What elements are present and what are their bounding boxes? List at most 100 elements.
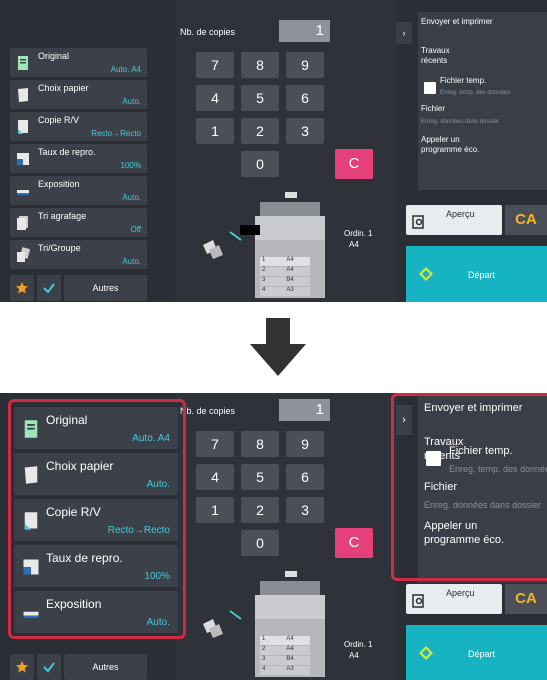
menu-item-sort[interactable]: Tri/Groupe Auto.: [10, 240, 147, 269]
others-button[interactable]: Autres: [64, 654, 147, 680]
key-0[interactable]: 0: [241, 151, 279, 177]
start-label: Départ: [468, 270, 496, 280]
tray-row: 4 A3: [260, 666, 310, 675]
key-5[interactable]: 5: [241, 464, 279, 490]
bottom-bar: Autres: [10, 654, 147, 680]
menu-item-original[interactable]: Original Auto. A4: [10, 48, 147, 77]
key-7[interactable]: 7: [196, 431, 234, 457]
staple-icon: [17, 216, 28, 230]
menu-highlight-frame: [8, 399, 186, 639]
menu-item-exposure[interactable]: Exposition Auto.: [10, 176, 147, 205]
copies-field[interactable]: 1: [279, 20, 330, 42]
favorite-button[interactable]: [10, 654, 34, 680]
start-icon: [419, 267, 433, 281]
start-icon: [419, 646, 433, 660]
check-button[interactable]: [37, 654, 61, 680]
tray-name: Ordin. 1: [344, 640, 373, 649]
key-8[interactable]: 8: [241, 52, 279, 78]
copies-label: Nb. de copies: [180, 406, 236, 416]
preview-icon: [412, 215, 424, 229]
ratio-icon: [17, 153, 29, 165]
menu-label: Original: [38, 51, 70, 61]
menu-label: Copie R/V: [38, 115, 80, 125]
menu-value: Off: [130, 225, 141, 234]
original-icon: [18, 56, 28, 70]
key-6[interactable]: 6: [286, 85, 324, 111]
clear-key[interactable]: C: [335, 528, 373, 558]
preview-button[interactable]: Aperçu: [406, 205, 502, 235]
file-item[interactable]: Fichier: [421, 104, 445, 113]
menu-label: Choix papier: [38, 83, 89, 93]
menu-value: Auto.: [122, 193, 141, 202]
key-1[interactable]: 1: [196, 497, 234, 523]
check-icon: [43, 662, 55, 673]
menu-label: Tri/Groupe: [38, 243, 81, 253]
eco-line1[interactable]: Appeler un: [421, 135, 460, 144]
menu-label: Taux de repro.: [38, 147, 96, 157]
key-0[interactable]: 0: [241, 530, 279, 556]
copies-label: Nb. de copies: [180, 27, 236, 37]
tray-size: A4: [349, 240, 359, 249]
tray-row: 3 B4: [260, 277, 310, 286]
tray-name: Ordin. 1: [344, 229, 373, 238]
key-8[interactable]: 8: [241, 431, 279, 457]
tray-row: 2 A4: [260, 646, 310, 655]
menu-item-ratio[interactable]: Taux de repro. 100%: [10, 144, 147, 173]
preview-label: Aperçu: [446, 209, 475, 219]
menu-label: Tri agrafage: [38, 211, 87, 221]
menu-item-paper[interactable]: Choix papier Auto.: [10, 80, 147, 109]
panel-highlight-frame: [391, 393, 547, 581]
check-button[interactable]: [37, 275, 61, 301]
menu-value: 100%: [120, 161, 141, 170]
menu-item-staple[interactable]: Tri agrafage Off: [10, 208, 147, 237]
clear-key[interactable]: C: [335, 149, 373, 179]
others-button[interactable]: Autres: [64, 275, 147, 301]
paper-icon: [18, 88, 28, 102]
tray-row: 1 A4: [260, 636, 310, 645]
start-button[interactable]: Départ: [406, 625, 547, 680]
file-sub: Enreg. données dans dossier: [421, 119, 500, 125]
panel-toggle-arrow[interactable]: ›: [396, 22, 412, 44]
key-3[interactable]: 3: [286, 118, 324, 144]
send-print-item[interactable]: Envoyer et imprimer: [421, 17, 493, 26]
tray-size: A4: [349, 651, 359, 660]
sort-icon: [17, 247, 30, 262]
menu-label: Exposition: [38, 179, 80, 189]
exposure-icon: [17, 190, 29, 195]
key-7[interactable]: 7: [196, 52, 234, 78]
key-4[interactable]: 4: [196, 85, 234, 111]
menu-value: Auto. A4: [110, 65, 141, 74]
tray-stack: 1 A4 2 A4 3 B4 4 A3: [260, 257, 310, 296]
eco-line2[interactable]: programme éco.: [421, 145, 479, 154]
ca-button[interactable]: CA: [505, 205, 547, 235]
key-2[interactable]: 2: [241, 118, 279, 144]
temp-file-checkbox[interactable]: [424, 82, 436, 94]
key-6[interactable]: 6: [286, 464, 324, 490]
tray-row: 4 A3: [260, 287, 310, 296]
preview-button[interactable]: Aperçu: [406, 584, 502, 614]
check-icon: [43, 283, 55, 294]
recent-jobs-line1[interactable]: Travaux: [421, 46, 450, 55]
key-1[interactable]: 1: [196, 118, 234, 144]
temp-file-item[interactable]: Fichier temp.: [440, 76, 486, 85]
key-9[interactable]: 9: [286, 52, 324, 78]
menu-value: Auto.: [122, 97, 141, 106]
menu-value: Auto.: [122, 257, 141, 266]
ca-button[interactable]: CA: [505, 584, 547, 614]
key-4[interactable]: 4: [196, 464, 234, 490]
key-5[interactable]: 5: [241, 85, 279, 111]
recent-jobs-line2[interactable]: récents: [421, 56, 447, 65]
right-panel: Envoyer et imprimer Travaux récents Fich…: [418, 12, 547, 190]
tray-stack: 1 A4 2 A4 3 B4 4 A3: [260, 636, 310, 675]
key-2[interactable]: 2: [241, 497, 279, 523]
copies-field[interactable]: 1: [279, 399, 330, 421]
start-label: Départ: [468, 649, 496, 659]
favorite-button[interactable]: [10, 275, 34, 301]
start-button[interactable]: Départ: [406, 246, 547, 302]
screen-before: Nb. de copies 1 7 8 9 4 5 6 1 2 3 0 C Or…: [0, 0, 547, 302]
key-3[interactable]: 3: [286, 497, 324, 523]
star-icon: [16, 282, 28, 294]
key-9[interactable]: 9: [286, 431, 324, 457]
bottom-bar: Autres: [10, 275, 147, 301]
menu-item-duplex[interactable]: Copie R/V Recto→Recto: [10, 112, 147, 141]
